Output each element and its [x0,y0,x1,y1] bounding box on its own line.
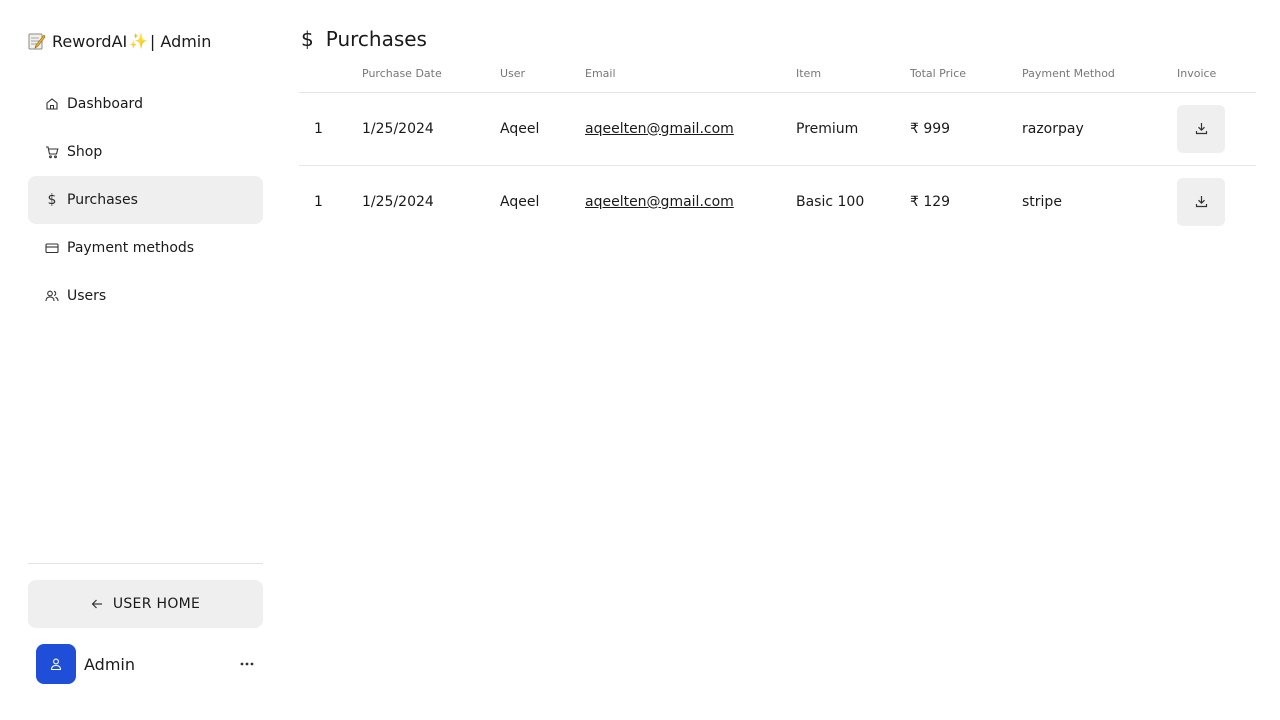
column-header-email: Email [585,56,796,93]
column-header-purchase-date: Purchase Date [362,56,500,93]
cell-payment-method: stripe [1022,193,1062,210]
column-header-user: User [500,56,585,93]
cell-email: aqeelten@gmail.com [585,165,796,238]
sidebar-item-shop[interactable]: Shop [28,128,263,176]
download-invoice-button[interactable] [1177,104,1225,153]
cell-index: 1 [299,92,362,166]
sidebar-item-label: Users [67,288,107,304]
purchases-table: Purchase Date User Email Item Total Pric… [299,56,1256,238]
download-invoice-button[interactable] [1177,177,1225,226]
home-icon [45,97,59,111]
brand-suffix: | Admin [149,31,212,51]
page-title: $ Purchases [299,26,427,52]
sidebar-item-label: Purchases [67,192,138,208]
sidebar-item-label: Shop [67,144,103,160]
brand[interactable]: RewordAI ✨ | Admin [28,30,211,52]
cell-invoice [1177,165,1256,238]
dollar-icon: $ [47,192,57,208]
arrow-left-icon [91,599,102,609]
user-home-label: USER HOME [112,596,201,612]
account-name: Admin [84,654,135,674]
download-icon [1195,196,1207,208]
sidebar-item-dashboard[interactable]: Dashboard [28,80,263,128]
cell-purchase-date: 1/25/2024 [362,193,434,210]
dollar-icon: $ [301,27,314,51]
column-header-index [299,56,362,93]
cell-index: 1 [314,193,323,210]
table-header-row: Purchase Date User Email Item Total Pric… [299,56,1256,93]
column-header-total-price: Total Price [910,56,1022,93]
sidebar-item-users[interactable]: Users [28,272,263,320]
email-link[interactable]: aqeelten@gmail.com [585,121,734,137]
cell-user: Aqeel [500,92,585,166]
users-icon [45,289,59,303]
sidebar-item-payment-methods[interactable]: Payment methods [28,224,263,272]
page-title-text: Purchases [325,27,427,51]
table-row: 1 1/25/2024 Aqeel aqeelten@gmail.com Pre… [299,92,1256,166]
sidebar-divider [28,563,263,564]
cell-user: Aqeel [500,193,540,210]
column-header-payment-method: Payment Method [1022,56,1177,93]
avatar[interactable] [36,644,76,684]
sidebar-item-purchases[interactable]: $ Purchases [28,176,263,224]
column-header-item: Item [796,56,910,93]
email-link[interactable]: aqeelten@gmail.com [585,194,734,210]
memo-icon [28,32,46,50]
cell-purchase-date: 1/25/2024 [362,92,500,166]
cart-icon [45,145,59,159]
main-content: $ Purchases Purchase Date User Email Ite… [299,0,1256,720]
table-row: 1 1/25/2024 Aqeel aqeelten@gmail.com Bas… [299,165,1256,238]
sidebar-item-label: Dashboard [67,96,143,112]
more-options-icon[interactable] [237,654,257,674]
sidebar-nav: Dashboard Shop $ Purchases Payment metho… [28,80,263,320]
user-home-button[interactable]: USER HOME [28,580,263,628]
cell-item: Basic 100 [796,193,865,210]
cell-invoice [1177,92,1256,166]
sidebar: RewordAI ✨ | Admin Dashboard Shop $ Purc… [28,0,263,720]
cell-payment-method: razorpay [1022,92,1177,166]
download-icon [1195,123,1207,135]
sidebar-item-label: Payment methods [67,240,195,256]
brand-name: RewordAI [52,31,128,51]
column-header-invoice: Invoice [1177,56,1256,93]
cell-item: Premium [796,92,910,166]
sparkles-icon: ✨ [129,32,148,50]
cell-email: aqeelten@gmail.com [585,92,796,166]
cell-total-price: ₹ 999 [910,92,1022,166]
user-icon [50,658,62,671]
credit-card-icon [45,241,59,255]
cell-total-price: ₹ 129 [910,193,951,210]
account-row: Admin [28,640,263,688]
